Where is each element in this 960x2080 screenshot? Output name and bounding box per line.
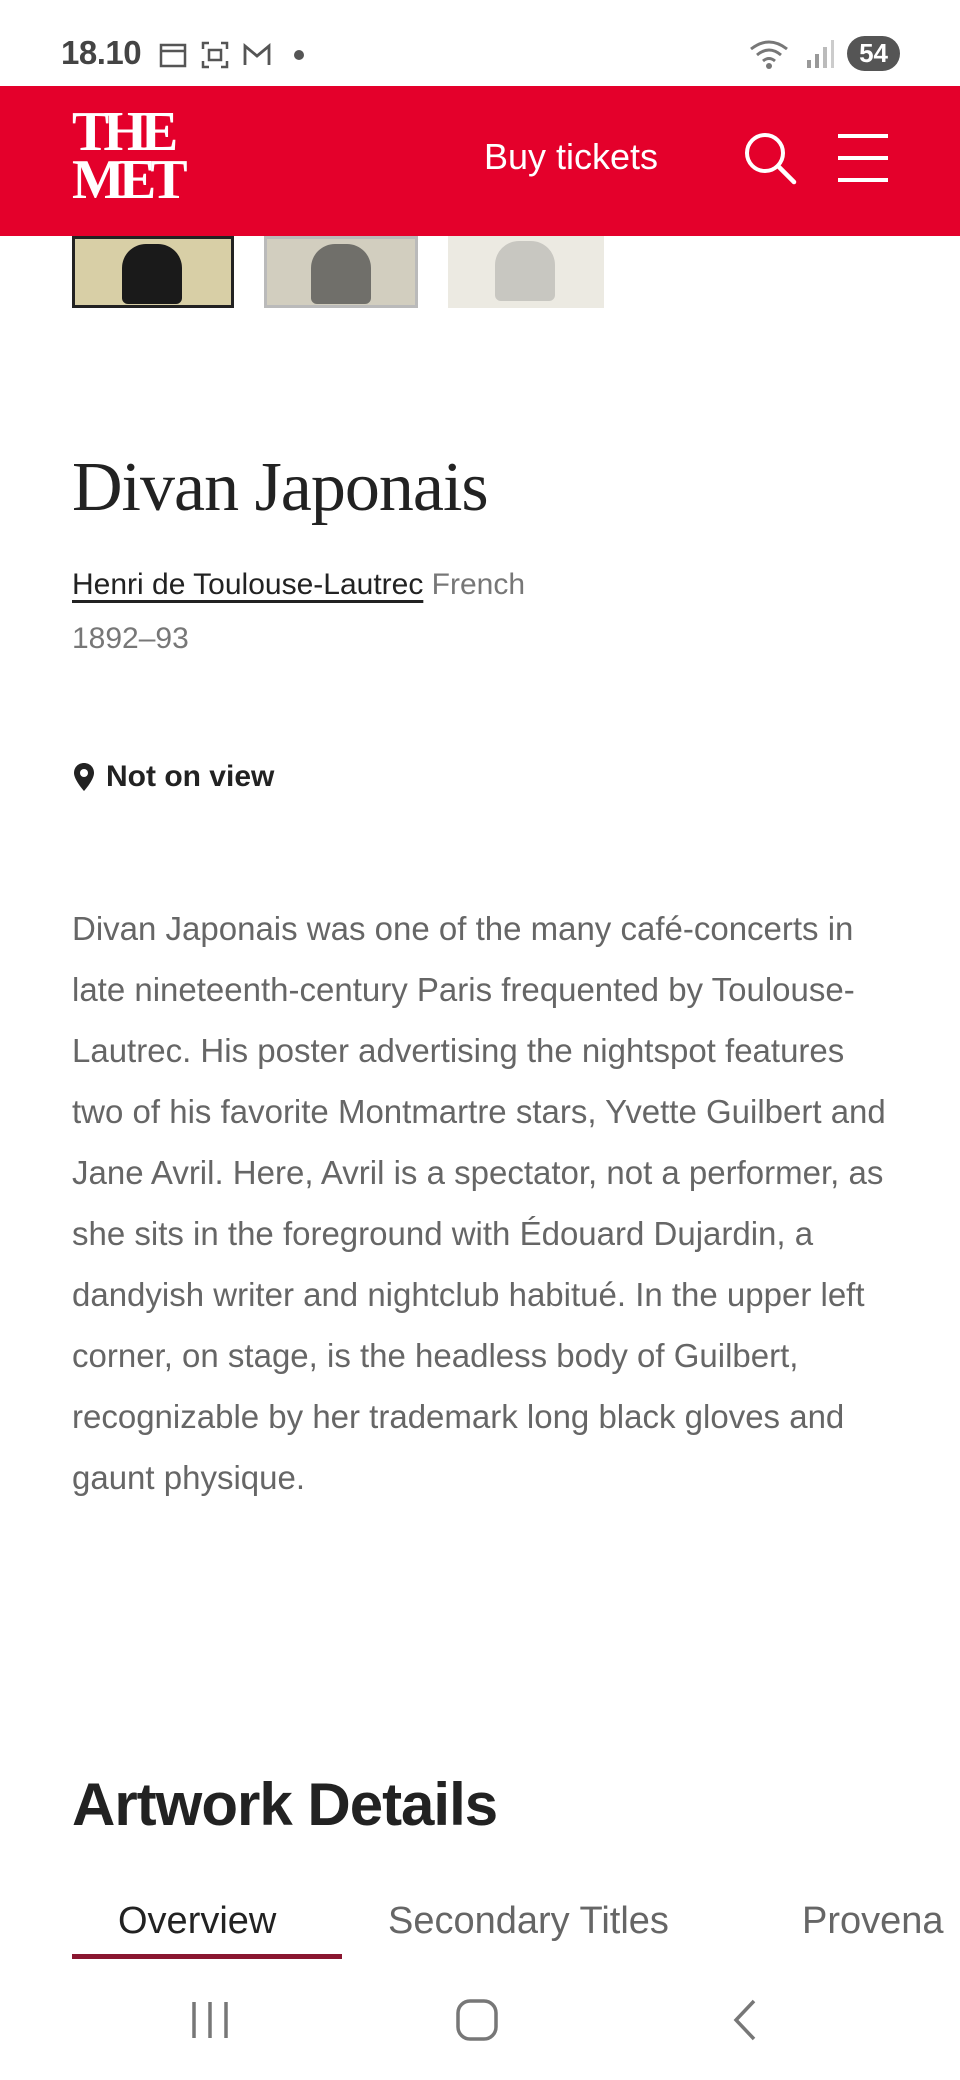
tab-overview[interactable]: Overview — [118, 1900, 276, 1943]
status-icons-left — [158, 40, 304, 70]
artist-nationality: French — [431, 568, 526, 601]
view-status: Not on view — [72, 760, 274, 794]
image-thumbnails — [72, 236, 604, 308]
details-tabs: Overview Secondary Titles Provena — [72, 1900, 960, 1960]
thumbnail-image — [311, 244, 372, 304]
met-logo[interactable]: THE MET — [72, 104, 188, 214]
status-time: 18.10 — [61, 34, 142, 71]
battery-indicator: 54 — [847, 36, 900, 71]
logo-line-2: MET — [72, 149, 188, 211]
thumbnail-image — [121, 244, 182, 304]
artwork-description: Divan Japonais was one of the many café-… — [72, 910, 886, 1496]
artwork-title: Divan Japonais — [72, 449, 489, 526]
thumbnail-1[interactable] — [72, 236, 234, 308]
status-icons-right: 54 — [749, 36, 900, 71]
view-status-text: Not on view — [106, 760, 275, 793]
dot-icon — [294, 50, 304, 60]
location-pin-icon — [74, 763, 94, 791]
artist-line: Henri de Toulouse-Lautrec French — [72, 568, 525, 602]
calendar-icon — [159, 43, 187, 68]
home-icon[interactable] — [455, 1998, 499, 2042]
recents-icon[interactable] — [190, 1998, 230, 2042]
artwork-date: 1892–93 — [72, 622, 189, 655]
buy-tickets-link[interactable]: Buy tickets — [484, 136, 658, 178]
thumbnail-image — [494, 241, 555, 301]
system-nav-bar — [0, 1970, 960, 2080]
thumbnail-2[interactable] — [264, 236, 418, 308]
screenshot-icon — [201, 41, 229, 69]
hamburger-menu-icon[interactable] — [836, 132, 890, 184]
back-icon[interactable] — [730, 1998, 760, 2042]
signal-icon — [807, 39, 835, 68]
wifi-icon — [750, 40, 788, 69]
gmail-icon — [243, 43, 271, 65]
site-header: THE MET Buy tickets — [0, 86, 960, 236]
tab-secondary-titles[interactable]: Secondary Titles — [388, 1900, 669, 1943]
artist-link[interactable]: Henri de Toulouse-Lautrec — [72, 568, 423, 601]
artwork-details-heading: Artwork Details — [72, 1771, 498, 1838]
search-icon[interactable] — [742, 130, 798, 186]
status-bar: 18.10 54 — [0, 0, 960, 86]
thumbnail-3[interactable] — [448, 236, 604, 308]
tab-provenance[interactable]: Provena — [802, 1900, 944, 1943]
active-tab-indicator — [72, 1954, 342, 1959]
